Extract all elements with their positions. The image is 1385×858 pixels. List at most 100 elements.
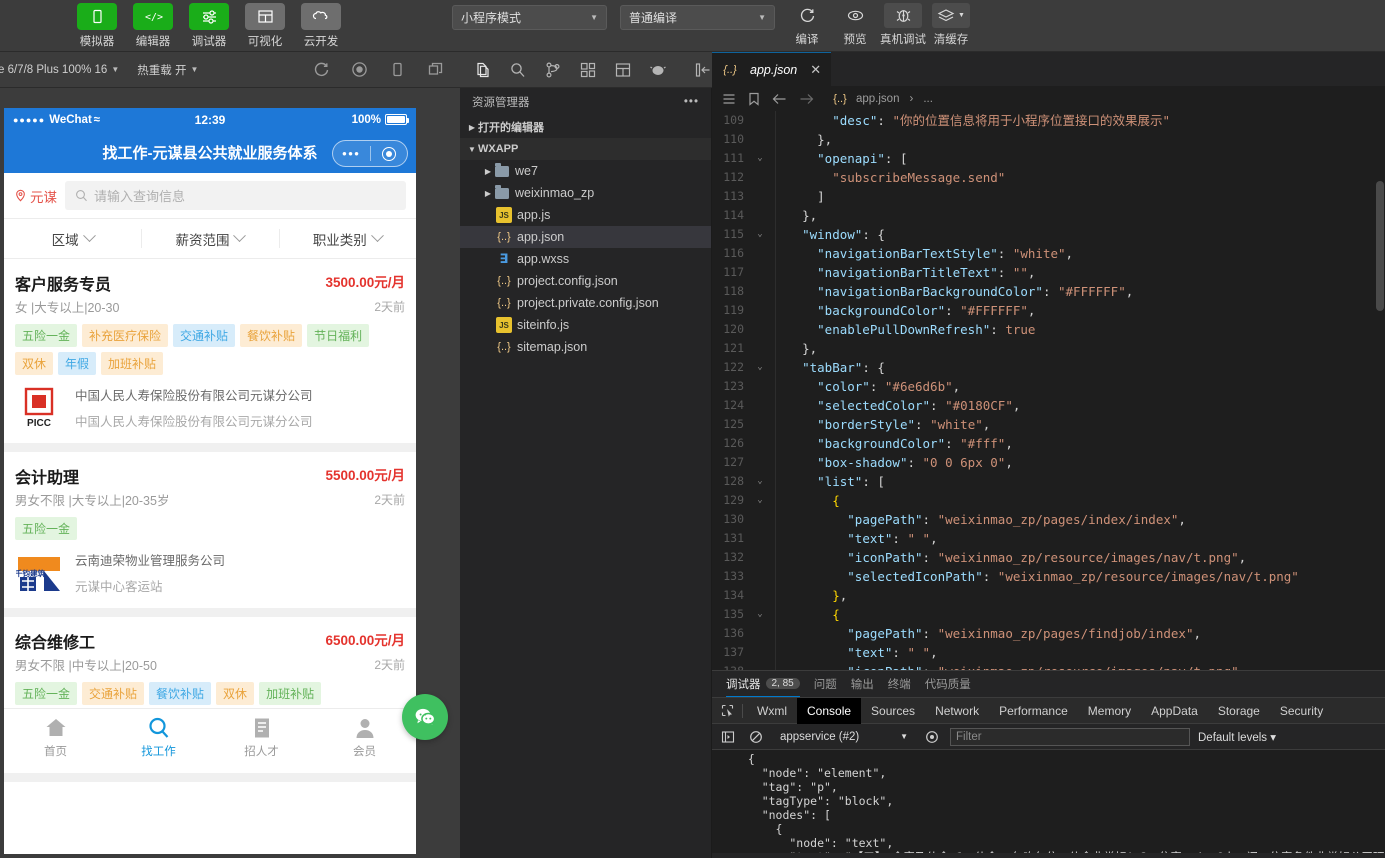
- breadcrumb-file-label: app.json: [856, 93, 899, 105]
- job-card[interactable]: 会计助理5500.00元/月男女不限 |大专以上|20-35岁2天前五险一金千钧…: [4, 452, 416, 617]
- close-program-icon[interactable]: [371, 147, 408, 161]
- windows-icon[interactable]: [426, 61, 444, 79]
- hot-reload-selector[interactable]: 热重载 开: [137, 62, 186, 78]
- filter-1[interactable]: 薪资范围: [141, 219, 278, 258]
- search-icon[interactable]: [509, 61, 527, 79]
- job-card[interactable]: 客户服务专员3500.00元/月女 |大专以上|20-302天前五险一金补充医疗…: [4, 259, 416, 452]
- fold-toggle: [752, 415, 768, 434]
- toolbar-button-cloud[interactable]: 云开发: [296, 3, 346, 49]
- line-number: 133: [712, 567, 752, 586]
- action-bug[interactable]: 真机调试: [879, 3, 927, 47]
- refresh-icon[interactable]: [312, 61, 330, 79]
- outline-icon[interactable]: [614, 61, 632, 79]
- toolbar-button-editor[interactable]: </>编辑器: [128, 3, 178, 49]
- file-item-app-js[interactable]: JSapp.js: [460, 204, 711, 226]
- compile-select[interactable]: 普通编译 ▼: [620, 5, 775, 30]
- section-open-editors[interactable]: ▶ 打开的编辑器: [460, 116, 711, 138]
- location-selector[interactable]: 元谋: [14, 186, 57, 206]
- mini-program-tabbar: 首页找工作招人才会员: [4, 708, 416, 766]
- editor-scrollbar[interactable]: [1375, 111, 1385, 670]
- tabbar-item-member[interactable]: 会员: [313, 709, 416, 766]
- filter-2[interactable]: 职业类别: [279, 219, 416, 258]
- files-icon[interactable]: [474, 61, 492, 79]
- execution-context-icon[interactable]: [718, 728, 738, 746]
- fold-toggle: [752, 548, 768, 567]
- file-item-project-config-json[interactable]: {..}project.config.json: [460, 270, 711, 292]
- tabbar-item-search-job[interactable]: 找工作: [107, 709, 210, 766]
- devtools-tab-performance[interactable]: Performance: [989, 698, 1078, 724]
- devtools-tab-appdata[interactable]: AppData: [1141, 698, 1208, 724]
- section-wxapp[interactable]: ▼ WXAPP: [460, 138, 711, 160]
- debugger-tab[interactable]: 问题: [814, 671, 837, 697]
- editor-tab-app-json[interactable]: {..} app.json ✕: [712, 52, 831, 86]
- toolbar-button-simulator[interactable]: 模拟器: [72, 3, 122, 49]
- devtools-tab-wxml[interactable]: Wxml: [747, 698, 797, 724]
- record-icon[interactable]: [350, 61, 368, 79]
- devtools-tab-memory[interactable]: Memory: [1078, 698, 1141, 724]
- json-file-icon: {..}: [722, 62, 738, 78]
- tabbar-item-home[interactable]: 首页: [4, 709, 107, 766]
- eye-icon[interactable]: [922, 728, 942, 746]
- debugger-tab[interactable]: 输出: [851, 671, 874, 697]
- capsule-buttons[interactable]: •••: [332, 140, 408, 167]
- more-icon[interactable]: •••: [333, 146, 370, 161]
- clear-console-icon[interactable]: [746, 728, 766, 746]
- filter-0[interactable]: 区域: [4, 219, 141, 258]
- debugger-tab[interactable]: 代码质量: [925, 671, 971, 697]
- debugger-tab-badge: 2, 85: [766, 678, 800, 689]
- devtools-tab-storage[interactable]: Storage: [1208, 698, 1270, 724]
- debugger-tab[interactable]: 调试器2, 85: [726, 671, 800, 697]
- file-item-app-wxss[interactable]: ∃app.wxss: [460, 248, 711, 270]
- file-item-we7[interactable]: ▶we7: [460, 160, 711, 182]
- breadcrumb-file[interactable]: {..} app.json › ...: [832, 91, 933, 107]
- menu-icon[interactable]: [722, 92, 736, 106]
- fold-toggle[interactable]: ⌄: [752, 149, 768, 168]
- devtools-tab-network[interactable]: Network: [925, 698, 989, 724]
- file-item-siteinfo-js[interactable]: JSsiteinfo.js: [460, 314, 711, 336]
- device-selector[interactable]: e 6/7/8 Plus 100% 16: [0, 64, 107, 76]
- phone-icon[interactable]: [388, 61, 406, 79]
- devtools-tab-sources[interactable]: Sources: [861, 698, 925, 724]
- json-file-icon: {..}: [496, 339, 512, 355]
- panel-toggle-icon[interactable]: [694, 61, 712, 79]
- devtools-tab-security[interactable]: Security: [1270, 698, 1333, 724]
- action-eye[interactable]: 预览: [831, 3, 879, 47]
- debug-icon[interactable]: [649, 61, 667, 79]
- fold-toggle[interactable]: ⌄: [752, 225, 768, 244]
- back-icon[interactable]: [772, 93, 787, 105]
- job-tag: 节日福利: [307, 324, 369, 347]
- console-output[interactable]: { "node": "element", "tag": "p", "tagTyp…: [712, 749, 1385, 853]
- extensions-icon[interactable]: [579, 61, 597, 79]
- file-item-sitemap-json[interactable]: {..}sitemap.json: [460, 336, 711, 358]
- file-item-project-private-config-json[interactable]: {..}project.private.config.json: [460, 292, 711, 314]
- git-icon[interactable]: [544, 61, 562, 79]
- console-filter-input[interactable]: Filter: [950, 728, 1190, 746]
- close-icon[interactable]: ✕: [810, 62, 821, 78]
- inspect-element-icon[interactable]: [716, 704, 738, 717]
- job-tag: 交通补贴: [173, 324, 235, 347]
- fold-toggle[interactable]: ⌄: [752, 358, 768, 377]
- search-placeholder: 请输入查询信息: [94, 186, 185, 205]
- line-number: 138: [712, 662, 752, 670]
- log-levels-select[interactable]: Default levels ▾: [1198, 730, 1276, 744]
- search-input[interactable]: 请输入查询信息: [65, 181, 406, 210]
- fold-toggle[interactable]: ⌄: [752, 472, 768, 491]
- action-layers[interactable]: ▼清缓存: [927, 3, 975, 47]
- toolbar-button-visualize[interactable]: 可视化: [240, 3, 290, 49]
- fold-toggle[interactable]: ⌄: [752, 605, 768, 624]
- bookmark-icon[interactable]: [748, 92, 760, 106]
- fold-toggle[interactable]: ⌄: [752, 491, 768, 510]
- mode-select[interactable]: 小程序模式 ▼: [452, 5, 607, 30]
- action-refresh[interactable]: 编译: [783, 3, 831, 47]
- forward-icon[interactable]: [799, 93, 814, 105]
- more-actions-icon[interactable]: •••: [684, 96, 699, 108]
- debugger-tab[interactable]: 终端: [888, 671, 911, 697]
- devtools-tab-console[interactable]: Console: [797, 698, 861, 724]
- file-item-app-json[interactable]: {..}app.json: [460, 226, 711, 248]
- code-area[interactable]: 109 "desc": "你的位置信息将用于小程序位置接口的效果展示"110 }…: [712, 111, 1385, 670]
- tabbar-item-recruit[interactable]: 招人才: [210, 709, 313, 766]
- chat-bubble-icon[interactable]: [402, 694, 448, 740]
- file-item-weixinmao_zp[interactable]: ▶weixinmao_zp: [460, 182, 711, 204]
- toolbar-button-debugger[interactable]: 调试器: [184, 3, 234, 49]
- context-select[interactable]: appservice (#2) ▼: [774, 728, 914, 746]
